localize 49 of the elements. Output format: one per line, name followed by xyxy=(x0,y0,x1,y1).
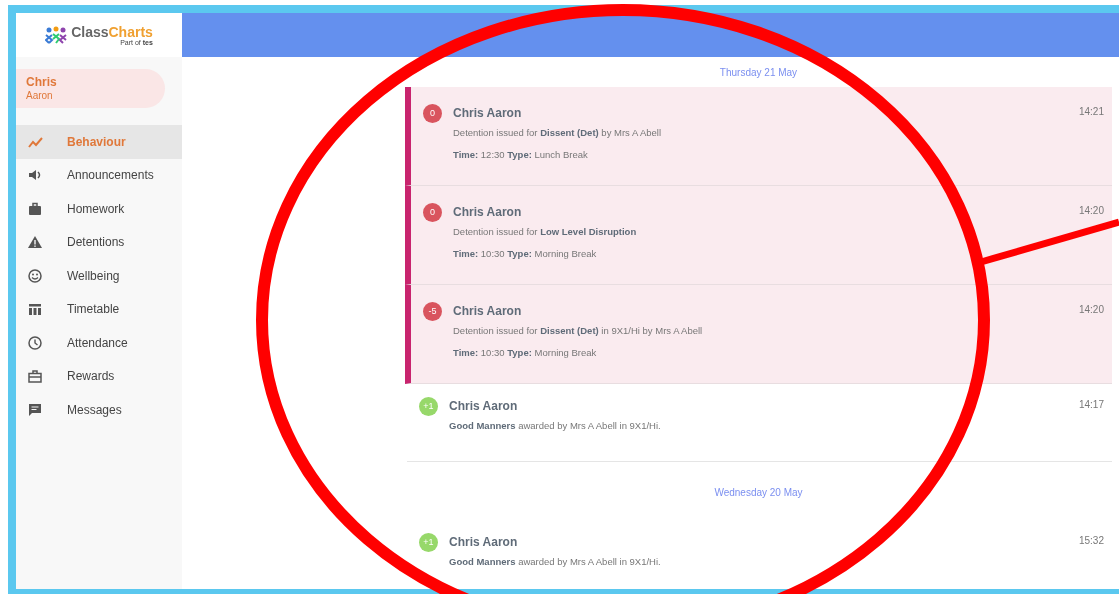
logo-wordmark: ClassCharts xyxy=(71,24,153,39)
event-description: Detention issued for Dissent (Det) by Mrs A Abell xyxy=(453,126,663,140)
award-entry[interactable]: +1 Chris Aaron Good Manners awarded by Mrs A Abell in 9X1/Hi. 14:17 xyxy=(407,384,1112,462)
people-logo-icon xyxy=(45,26,68,44)
briefcase-icon xyxy=(27,200,43,217)
detention-details: Time: 10:30 Type: Morning Break xyxy=(453,247,598,262)
student-first-name: Chris xyxy=(26,74,58,90)
event-description: Good Manners awarded by Mrs A Abell in 9X1/Hi. xyxy=(449,555,662,569)
clock-icon xyxy=(27,334,43,351)
date-heading: Thursday 21 May xyxy=(718,66,799,80)
event-time: 14:17 xyxy=(1078,398,1104,412)
detention-details: Time: 10:30 Type: Morning Break xyxy=(453,346,598,361)
event-time: 14:20 xyxy=(1078,303,1104,317)
event-description: Good Manners awarded by Mrs A Abell in 9X1/Hi. xyxy=(449,419,662,433)
student-name: Chris Aaron xyxy=(449,398,519,415)
sidebar-item[interactable]: Announcements xyxy=(16,158,182,192)
score-badge: 0 xyxy=(423,203,442,222)
score-badge: 0 xyxy=(423,104,442,123)
toolbox-icon xyxy=(27,368,43,385)
message-icon xyxy=(27,401,43,418)
table-icon xyxy=(27,301,43,318)
event-description: Detention issued for Low Level Disruption xyxy=(453,225,638,239)
detention-entry[interactable]: 0 Chris Aaron Detention issued for Dissent (Det) by Mrs A Abell Time: 12:30 Type: Lunch Break 14:21 xyxy=(405,87,1112,186)
event-time: 14:21 xyxy=(1078,105,1104,119)
detention-entry[interactable]: 0 Chris Aaron Detention issued for Low Level Disruption Time: 10:30 Type: Morning Break 14:20 xyxy=(405,186,1112,285)
score-badge: -5 xyxy=(423,302,442,321)
student-name: Chris Aaron xyxy=(453,303,523,320)
award-entry[interactable]: +1 Chris Aaron Good Manners awarded by Mrs A Abell in 9X1/Hi. 15:32 xyxy=(407,520,1112,594)
sidebar-item[interactable]: Attendance xyxy=(16,326,182,360)
sidebar-item[interactable]: Rewards xyxy=(16,359,182,393)
score-badge: +1 xyxy=(419,397,438,416)
detention-entry[interactable]: -5 Chris Aaron Detention issued for Dissent (Det) in 9X1/Hi by Mrs A Abell Time: 10:30 Type: Morning Break 14:20 xyxy=(405,285,1112,384)
sidebar-item[interactable]: Messages xyxy=(16,393,182,427)
sidebar-item[interactable]: Timetable xyxy=(16,292,182,326)
detention-details: Time: 12:30 Type: Lunch Break xyxy=(453,148,589,163)
smiley-icon xyxy=(27,267,43,284)
student-name: Chris Aaron xyxy=(453,105,523,122)
student-last-name: Aaron xyxy=(26,89,54,103)
event-time: 15:32 xyxy=(1078,534,1104,548)
score-badge: +1 xyxy=(419,533,438,552)
sidebar-item[interactable]: Detentions xyxy=(16,225,182,259)
student-name: Chris Aaron xyxy=(453,204,523,221)
sidebar-item[interactable]: Wellbeing xyxy=(16,259,182,293)
student-name: Chris Aaron xyxy=(449,534,519,551)
warning-icon xyxy=(27,234,43,251)
event-time: 14:20 xyxy=(1078,204,1104,218)
sidebar-item[interactable]: Homework xyxy=(16,192,182,226)
event-description: Detention issued for Dissent (Det) in 9X1/Hi by Mrs A Abell xyxy=(453,324,704,338)
date-heading: Wednesday 20 May xyxy=(713,486,804,500)
